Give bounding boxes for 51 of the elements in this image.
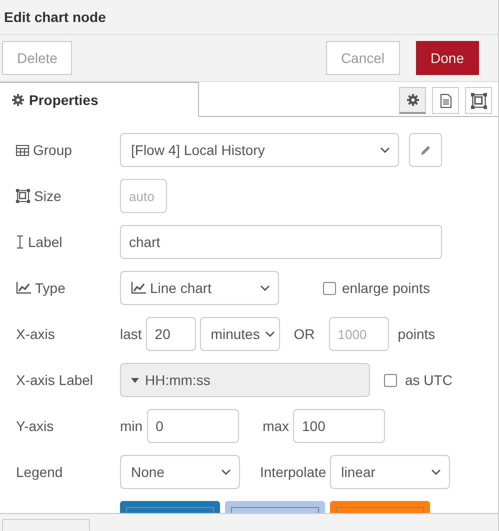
field-label: X-axis — [16, 326, 55, 342]
max-input[interactable]: 100 — [293, 409, 386, 443]
field-label: Size — [34, 188, 62, 204]
checkbox-label: enlarge points — [342, 280, 430, 296]
checkbox-label: as UTC — [405, 372, 452, 388]
or-label: OR — [294, 326, 315, 342]
field-label: Legend — [16, 464, 63, 480]
checkbox[interactable] — [384, 374, 397, 386]
resize-icon — [470, 92, 486, 108]
unit-select[interactable]: minutes — [200, 317, 280, 351]
dialog-title: Edit chart node — [4, 9, 106, 25]
points-label: points — [398, 326, 436, 342]
interpolate-label: Interpolate — [260, 464, 326, 480]
field-label: X-axis Label — [16, 372, 94, 388]
checkbox[interactable] — [323, 282, 336, 294]
amount-input[interactable]: 20 — [146, 317, 196, 351]
document-icon — [440, 94, 452, 108]
x-axis-label-select[interactable]: HH:mm:ss — [120, 363, 370, 397]
text-cursor-icon — [16, 235, 24, 249]
gear-icon — [12, 94, 24, 106]
chevron-down-icon — [431, 469, 442, 475]
caret-icon — [131, 378, 139, 382]
properties-tab[interactable]: Properties — [0, 82, 199, 117]
edit-group-button[interactable] — [409, 133, 442, 167]
gear-icon — [406, 94, 418, 106]
label-input[interactable]: chart — [120, 225, 442, 259]
group-select[interactable]: [Flow 4] Local History — [120, 133, 399, 167]
side-tab[interactable] — [465, 87, 492, 114]
field-label: Group — [33, 142, 72, 158]
legend-select[interactable]: None — [120, 455, 240, 489]
field-label: Type — [35, 280, 66, 296]
max-label: max — [262, 418, 290, 434]
interpolate-select[interactable]: linear — [330, 455, 450, 489]
chevron-down-icon — [264, 331, 275, 337]
done-button[interactable]: Done — [416, 41, 479, 75]
last-label: last — [120, 326, 142, 342]
line-chart-icon — [16, 282, 31, 294]
chevron-down-icon — [260, 285, 270, 291]
line-chart-icon — [131, 282, 146, 294]
pencil-icon — [420, 144, 431, 156]
field-label: Y-axis — [16, 418, 54, 434]
side-tab[interactable] — [399, 87, 426, 114]
table-icon — [16, 144, 29, 156]
resize-icon — [16, 189, 30, 203]
type-select[interactable]: Line chart — [120, 271, 279, 305]
min-input[interactable]: 0 — [146, 409, 239, 443]
min-label: min — [120, 418, 143, 434]
field-label: Label — [28, 234, 62, 250]
chevron-down-icon — [221, 469, 231, 475]
chevron-down-icon — [380, 147, 390, 153]
side-tab[interactable] — [432, 87, 459, 114]
